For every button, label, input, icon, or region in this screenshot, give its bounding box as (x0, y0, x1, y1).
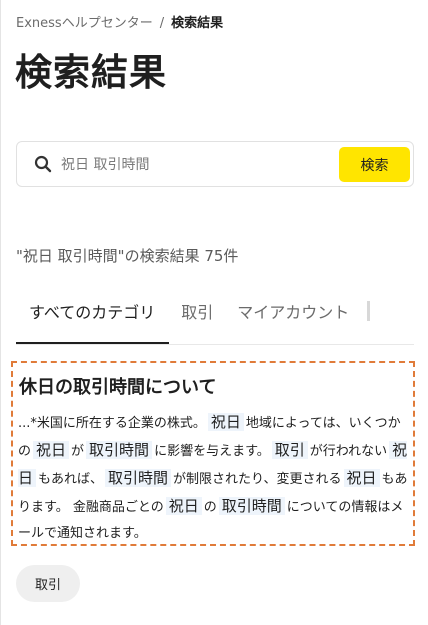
search-box: 検索 (16, 141, 414, 187)
tab-my-account[interactable]: マイアカウント (225, 287, 361, 344)
snippet-text: ...*米国に所在する企業の株式。 (18, 416, 206, 431)
breadcrumb: Exnessヘルプセンター / 検索結果 (16, 12, 223, 31)
snippet-highlight: 取引時間 (218, 497, 285, 515)
tab-overflow-indicator (367, 301, 371, 321)
snippet-text: が行われない (309, 444, 388, 459)
snippet-highlight: 祝日 (343, 469, 380, 487)
breadcrumb-current: 検索結果 (171, 16, 224, 31)
snippet-text: が制限されたり、変更される (173, 472, 342, 487)
snippet-highlight: 祝日 (33, 441, 70, 459)
category-tabs: すべてのカテゴリ 取引 マイアカウント (16, 287, 414, 345)
tab-all-categories[interactable]: すべてのカテゴリ (16, 287, 170, 344)
snippet-text: に影響を与えます。 (154, 444, 270, 459)
snippet-highlight: 取引時間 (105, 469, 172, 487)
search-button[interactable]: 検索 (339, 147, 410, 182)
search-result-item[interactable]: 休日の取引時間について ...*米国に所在する企業の株式。 祝日 地域によっては、い… (11, 361, 415, 546)
results-summary: "祝日 取引時間"の検索結果 75件 (16, 247, 239, 265)
page-title: 検索結果 (15, 51, 167, 94)
snippet-highlight: 祝日 (207, 413, 244, 431)
snippet-highlight: 取引時間 (86, 441, 153, 459)
result-title[interactable]: 休日の取引時間について (19, 373, 408, 399)
snippet-text: もあれば、 (38, 472, 104, 487)
help-center-search-page: Exnessヘルプセンター / 検索結果 検索結果 検索 "祝日 取引時間"の検索結… (0, 0, 428, 625)
breadcrumb-home-link[interactable]: Exnessヘルプセンター (16, 16, 153, 31)
snippet-highlight: 祝日 (165, 497, 202, 515)
snippet-highlight: 取引 (271, 441, 308, 459)
tab-trading[interactable]: 取引 (169, 287, 225, 344)
search-input[interactable] (61, 151, 341, 179)
search-icon (34, 155, 52, 173)
snippet-text: の (203, 500, 217, 515)
result-snippet: ...*米国に所在する企業の株式。 祝日 地域によっては、いくつかの 祝日が取引時間に… (18, 409, 408, 547)
snippet-text: が (71, 444, 85, 459)
breadcrumb-separator: / (159, 16, 165, 31)
category-tag-chip[interactable]: 取引 (16, 565, 81, 602)
